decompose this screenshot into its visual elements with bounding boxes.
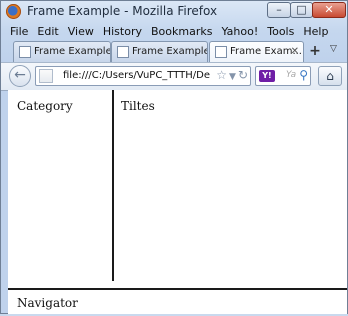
title-bar: Frame Example - Mozilla Firefox – □ ✕ [1,1,347,23]
window-title: Frame Example - Mozilla Firefox [27,4,218,18]
close-tab-icon[interactable]: ✕ [291,42,299,61]
back-button[interactable]: ← [9,65,31,87]
firefox-logo-icon [6,4,21,19]
tab-label: Frame Example [34,46,111,57]
menu-file[interactable]: File [10,25,28,41]
chevron-down-icon[interactable]: ▽ [330,44,337,54]
home-button[interactable]: ⌂ [318,66,342,86]
tab-frame-example-2[interactable]: Frame Example [111,41,208,62]
titles-frame-text: Tiltes [121,99,155,113]
menu-tools[interactable]: Tools [267,25,294,41]
navigation-toolbar: ← file:///C:/Users/VuPC_TTTH/De ☆ ▼ ↻ Y! Y… [1,62,347,91]
menu-help[interactable]: Help [303,25,328,41]
search-bar[interactable]: Y! Ya ⚲ [255,66,311,86]
browser-window: Frame Example - Mozilla Firefox – □ ✕ Fi… [0,0,348,314]
maximize-button[interactable]: □ [290,2,313,18]
menu-bookmarks[interactable]: Bookmarks [151,25,212,41]
tab-label: Frame Example [132,46,208,57]
tab-frame-example-1[interactable]: Frame Example [13,41,111,62]
menu-history[interactable]: History [103,25,142,41]
navigator-frame: Navigator [8,288,347,316]
menu-edit[interactable]: Edit [37,25,58,41]
menu-yahoo[interactable]: Yahoo! [221,25,258,41]
yahoo-search-engine-icon[interactable]: Y! [259,70,275,82]
history-dropdown-icon[interactable]: ▼ [229,72,236,82]
page-icon [215,46,227,58]
tab-strip: Frame Example Frame Example Frame Exam..… [1,41,347,63]
minimize-button[interactable]: – [267,2,291,18]
url-text[interactable]: file:///C:/Users/VuPC_TTTH/De [63,70,210,81]
titles-frame: Tiltes [114,90,347,281]
navigator-frame-text: Navigator [17,296,78,310]
close-window-button[interactable]: ✕ [312,2,346,18]
search-icon[interactable]: ⚲ [299,68,308,82]
reload-icon[interactable]: ↻ [238,68,248,82]
url-bar-icons: ☆ ▼ ↻ [212,68,248,84]
site-identity-icon[interactable] [39,69,53,83]
category-frame: Category [8,90,114,281]
menu-view[interactable]: View [68,25,94,41]
search-input[interactable]: Ya [286,70,296,80]
category-frame-text: Category [17,99,73,113]
bookmark-star-icon[interactable]: ☆ [216,68,227,82]
menu-bar: File Edit View History Bookmarks Yahoo! … [10,25,337,41]
page-icon [19,46,31,58]
new-tab-button[interactable]: + [308,43,322,59]
page-icon [117,46,129,58]
url-bar[interactable]: file:///C:/Users/VuPC_TTTH/De ☆ ▼ ↻ [35,66,251,86]
tab-frame-example-active[interactable]: Frame Exam... ✕ [209,41,304,63]
page-content: Category Tiltes Navigator [8,90,347,314]
